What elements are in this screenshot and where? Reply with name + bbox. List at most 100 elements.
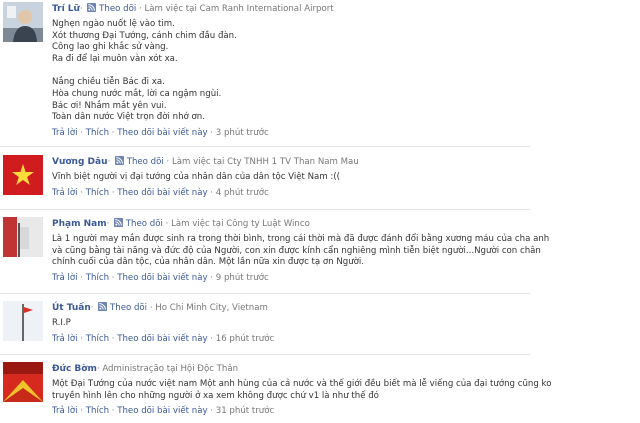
rss-icon[interactable] (114, 218, 124, 227)
stanza-gap (52, 65, 527, 77)
comment-timestamp[interactable]: 9 phút trước (216, 273, 269, 283)
follow-post-link[interactable]: Theo dõi bài viết này (117, 273, 207, 283)
comment-text: Một Đại Tướng của nước việt nam Một anh … (52, 379, 552, 402)
separator: · (111, 333, 115, 344)
comment-actions: Trả lời · Thích · Theo dõi bài viết này … (52, 127, 527, 139)
avatar[interactable] (3, 362, 43, 402)
text-line: truyền hình lên cho những người ở xa xem… (52, 390, 379, 401)
divider (0, 146, 530, 147)
avatar[interactable] (3, 2, 43, 42)
rss-icon[interactable] (114, 156, 124, 165)
text-line: Hòa chung nước mắt, lời ca ngậm ngùi. (52, 88, 222, 99)
commenter-workplace: Làm việc tại Cty TNHH 1 TV Than Nam Mau (171, 157, 359, 167)
text-line: Một Đại Tướng của nước việt nam Một anh … (52, 379, 552, 389)
comment-header: Đức Bờm· Administração tại Hội Độc Thân (52, 362, 527, 376)
follow-post-link[interactable]: Theo dõi bài viết này (117, 406, 207, 416)
separator: · (80, 333, 84, 344)
separator: · (80, 187, 84, 198)
separator: · (106, 219, 110, 229)
separator: · (210, 187, 214, 198)
text-line: Bác ơi! Nhắm mắt yên vui. (52, 100, 167, 111)
separator: · (80, 127, 84, 138)
like-link[interactable]: Thích (86, 128, 109, 138)
separator: · (210, 272, 214, 283)
comment-header: Út Tuấn· Theo dõi · Ho Chi Minh City, Vi… (52, 301, 527, 315)
text-line: Ra đi để lại muôn vàn xót xa. (52, 53, 178, 64)
like-link[interactable]: Thích (86, 406, 109, 416)
follow-link[interactable]: Theo dõi (126, 219, 163, 229)
comment-text: R.I.P (52, 318, 527, 330)
text-line: Là 1 người may mắn được sinh ra trong th… (52, 234, 550, 244)
follow-link[interactable]: Theo dõi (110, 303, 147, 313)
commenter-name[interactable]: Đức Bờm (52, 364, 97, 374)
comment-timestamp[interactable]: 4 phút trước (216, 188, 269, 198)
text-line: chính cuối của dân tộc, của nhân dân. Mộ… (52, 257, 365, 268)
divider (0, 354, 530, 355)
comment-header: Phạm Nam· Theo dõi · Làm việc tại Công t… (52, 217, 527, 231)
commenter-workplace: Ho Chi Minh City, Vietnam (155, 303, 268, 313)
text-line: Nghẹn ngào nuốt lệ vào tim. (52, 19, 175, 29)
comment-timestamp[interactable]: 31 phút trước (216, 406, 274, 416)
separator: · (96, 364, 100, 374)
comment-actions: Trả lời · Thích · Theo dõi bài viết này … (52, 333, 527, 345)
separator: · (111, 187, 115, 198)
comment-text: Là 1 người may mắn được sinh ra trong th… (52, 234, 550, 269)
comment-actions: Trả lời · Thích · Theo dõi bài viết này … (52, 272, 527, 284)
rss-icon[interactable] (98, 302, 108, 311)
follow-post-link[interactable]: Theo dõi bài viết này (117, 128, 207, 138)
separator: · (90, 303, 94, 313)
text-line: Nắng chiều tiễn Bác đi xa. (52, 77, 165, 88)
text-line: Vĩnh biệt người vị đại tướng của nhân dâ… (52, 172, 341, 182)
text-line: và cũng bằng tài năng và đức độ của Ngườ… (52, 245, 541, 256)
commenter-workplace: Làm việc tại Cam Ranh International Airp… (144, 4, 334, 14)
commenter-workplace: Làm việc tại Công ty Luật Winco (171, 219, 310, 229)
reply-link[interactable]: Trả lời (52, 273, 78, 283)
separator: · (138, 4, 142, 14)
commenter-name[interactable]: Vương Dâu (52, 157, 108, 167)
text-line: Toàn dân nước Việt trọn đời nhớ ơn. (52, 112, 205, 123)
text-line: R.I.P (52, 318, 71, 328)
reply-link[interactable]: Trả lời (52, 188, 78, 198)
like-link[interactable]: Thích (86, 334, 109, 344)
text-line: Xót thương Đại Tướng, cánh chim đầu đàn. (52, 30, 237, 41)
comment-timestamp[interactable]: 3 phút trước (216, 128, 269, 138)
comment-text: Nghẹn ngào nuốt lệ vào tim. Xót thương Đ… (52, 19, 527, 124)
avatar[interactable] (3, 155, 43, 195)
avatar[interactable] (3, 217, 43, 257)
text-line: Công lao ghi khắc sử vàng. (52, 42, 169, 53)
follow-link[interactable]: Theo dõi (99, 4, 136, 14)
divider (0, 209, 530, 210)
comment-header: Vương Dâu· Theo dõi · Làm việc tại Cty T… (52, 155, 527, 169)
follow-post-link[interactable]: Theo dõi bài viết này (117, 188, 207, 198)
separator: · (111, 406, 115, 417)
separator: · (210, 406, 214, 417)
separator: · (80, 406, 84, 417)
reply-link[interactable]: Trả lời (52, 128, 78, 138)
separator: · (166, 157, 170, 167)
separator: · (80, 272, 84, 283)
separator: · (149, 303, 153, 313)
commenter-name[interactable]: Trí Lữ (52, 4, 80, 14)
divider (0, 293, 530, 294)
commenter-name[interactable]: Út Tuấn (52, 303, 91, 313)
comment-timestamp[interactable]: 16 phút trước (216, 334, 274, 344)
reply-link[interactable]: Trả lời (52, 406, 78, 416)
avatar[interactable] (3, 301, 43, 341)
separator: · (165, 219, 169, 229)
reply-link[interactable]: Trả lời (52, 334, 78, 344)
comment-text: Vĩnh biệt người vị đại tướng của nhân dâ… (52, 172, 527, 184)
comment-actions: Trả lời · Thích · Theo dõi bài viết này … (52, 405, 527, 417)
comment-header: Trí Lữ· Theo dõi · Làm việc tại Cam Ranh… (52, 2, 527, 16)
rss-icon[interactable] (87, 3, 97, 12)
comment-actions: Trả lời · Thích · Theo dõi bài viết này … (52, 187, 527, 199)
separator: · (107, 157, 111, 167)
follow-link[interactable]: Theo dõi (127, 157, 164, 167)
like-link[interactable]: Thích (86, 273, 109, 283)
separator: · (79, 4, 83, 14)
separator: · (210, 127, 214, 138)
like-link[interactable]: Thích (86, 188, 109, 198)
commenter-name[interactable]: Phạm Nam (52, 219, 107, 229)
follow-post-link[interactable]: Theo dõi bài viết này (117, 334, 207, 344)
separator: · (111, 127, 115, 138)
separator: · (111, 272, 115, 283)
